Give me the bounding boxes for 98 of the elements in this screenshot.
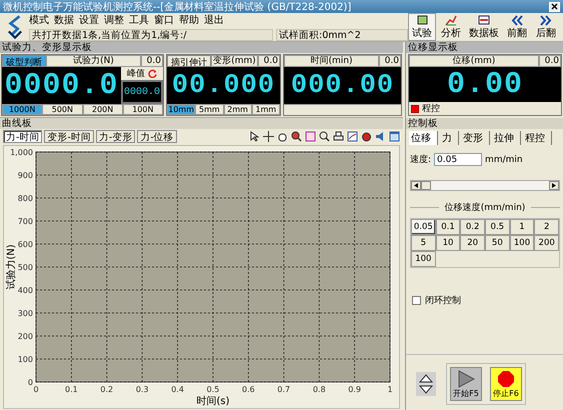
- x-tick-label: 0.9: [348, 385, 361, 394]
- control-tab[interactable]: 拉伸: [492, 131, 521, 145]
- x-tick-label: 0.1: [65, 385, 78, 394]
- toolbar-button[interactable]: 后翻: [532, 13, 560, 41]
- panel-header: 控制板: [406, 118, 563, 129]
- menu-item[interactable]: 窗口: [154, 13, 174, 27]
- chart-tab[interactable]: 力-时间: [3, 130, 42, 143]
- time-display: 000.00: [284, 67, 401, 104]
- break-check-button[interactable]: 破型判断: [2, 55, 46, 67]
- y-tick-label: 900: [18, 171, 33, 180]
- menu-item[interactable]: 调整: [104, 13, 124, 27]
- x-tick-label: 0.8: [312, 385, 326, 394]
- deformation-label: 变形(mm): [211, 55, 258, 67]
- x-tick-label: 0: [33, 385, 39, 394]
- x-tick-label: 0.3: [136, 385, 149, 394]
- speed-preset-button[interactable]: 10: [436, 235, 460, 251]
- y-tick-label: 400: [18, 286, 33, 295]
- status-message: 共打开数据1条,当前位置为1,编号:/: [29, 29, 273, 41]
- window-title: 微机控制电子万能试验机测控系统--[金属材料室温拉伸试验 (GB/T228-2002)]: [3, 0, 352, 14]
- speed-preset-button[interactable]: 20: [460, 235, 485, 251]
- x-tick-label: 0.6: [242, 385, 255, 394]
- specimen-area: 试样面积:0mm^2: [276, 29, 408, 41]
- y-tick-label: 100: [18, 355, 33, 364]
- start-button[interactable]: 开始F5: [450, 366, 482, 400]
- toolbar-button[interactable]: 试验: [408, 13, 436, 41]
- toolbar-button[interactable]: 分析: [437, 13, 465, 41]
- deformation-display: 00.000: [167, 67, 280, 104]
- range-button[interactable]: 10mm: [167, 104, 196, 115]
- indicator-label: 程控: [422, 102, 440, 115]
- speed-preset-button[interactable]: 100: [510, 235, 534, 251]
- y-tick-label: 600: [18, 240, 33, 249]
- peak-display: 0000.0: [121, 80, 163, 104]
- extensometer-button[interactable]: 摘引伸计: [167, 55, 211, 67]
- range-button[interactable]: 1mm: [252, 104, 280, 115]
- chart-tab[interactable]: 力-位移: [137, 130, 177, 143]
- chart-tab[interactable]: 力-变形: [96, 130, 136, 143]
- y-tick-label: 300: [18, 309, 33, 318]
- control-tab[interactable]: 程控: [523, 131, 552, 145]
- control-tab[interactable]: 变形: [461, 131, 490, 145]
- zero-value: 0.0: [258, 55, 280, 67]
- menu-item[interactable]: 设置: [79, 13, 99, 27]
- speed-preset-button[interactable]: 0.05: [411, 219, 436, 235]
- x-tick-label: 0.7: [277, 385, 290, 394]
- range-button[interactable]: 500N: [42, 104, 82, 115]
- panel-header: 位移显示板: [406, 42, 563, 53]
- y-tick-label: 1,000: [10, 148, 33, 157]
- x-tick-label: 0.5: [206, 385, 220, 394]
- y-tick-label: 500: [18, 263, 33, 272]
- range-button[interactable]: 2mm: [224, 104, 252, 115]
- y-tick-label: 200: [18, 332, 33, 341]
- menu-item[interactable]: 模式: [29, 13, 49, 27]
- speed-field[interactable]: 0.05: [434, 153, 482, 166]
- zero-value: 0.0: [379, 55, 401, 67]
- displacement-label: 位移(mm): [409, 55, 539, 67]
- x-tick-label: 0.2: [100, 385, 114, 394]
- force-display: 0000.0: [2, 67, 121, 104]
- panel-header: 曲线板: [0, 118, 403, 129]
- x-tick-label: 0.4: [171, 385, 184, 394]
- panel-header: 试验力、变形显示板: [0, 42, 403, 53]
- y-tick-label: 0: [28, 378, 33, 387]
- force-label: 试验力(N): [46, 55, 141, 67]
- speed-preset-button[interactable]: 0.2: [460, 219, 485, 235]
- speed-preset-button[interactable]: 2: [534, 219, 559, 235]
- y-axis-title: 试验力(N): [6, 244, 17, 290]
- control-tab[interactable]: 力: [440, 131, 459, 145]
- y-tick-label: 800: [18, 194, 33, 203]
- x-tick-label: 1: [387, 385, 393, 394]
- displacement-display: 0.00: [409, 67, 561, 102]
- speed-preset-button[interactable]: 50: [484, 235, 510, 251]
- menu-item[interactable]: 工具: [129, 13, 149, 27]
- menu-item[interactable]: 数据: [54, 13, 74, 27]
- range-button[interactable]: 1000N: [2, 104, 42, 115]
- control-tab[interactable]: 位移: [409, 131, 438, 145]
- range-button[interactable]: 200N: [82, 104, 123, 115]
- speed-preset-button[interactable]: 200: [534, 235, 559, 251]
- toolbar-button[interactable]: 前翻: [503, 13, 531, 41]
- range-button[interactable]: 100N: [122, 104, 163, 115]
- speed-preset-button[interactable]: 5: [411, 235, 436, 251]
- time-label: 时间(min): [284, 55, 379, 67]
- range-button[interactable]: 5mm: [195, 104, 224, 115]
- toolbar-button[interactable]: 数据板: [466, 13, 502, 41]
- stop-button[interactable]: 停止F6: [490, 366, 522, 400]
- menu-item[interactable]: 帮助: [179, 13, 199, 27]
- chart-tab[interactable]: 变形-时间: [44, 130, 94, 143]
- speed-label: 速度:: [410, 154, 432, 166]
- checkbox-label: 闭环控制: [425, 294, 461, 307]
- x-axis-title: 时间(s): [196, 396, 230, 407]
- zero-value: 0.0: [539, 55, 561, 67]
- menu-item[interactable]: 退出: [204, 13, 224, 27]
- speed-preset-button[interactable]: 0.1: [436, 219, 460, 235]
- speed-unit: mm/min: [485, 154, 523, 164]
- y-tick-label: 700: [18, 217, 33, 226]
- speed-preset-button[interactable]: 100: [411, 251, 436, 267]
- speed-preset-button[interactable]: 1: [510, 219, 534, 235]
- group-title: 位移速度(mm/min): [444, 202, 526, 214]
- speed-preset-button[interactable]: 0.5: [484, 219, 510, 235]
- peak-label: 峰值: [127, 68, 145, 80]
- zero-value: 0.0: [141, 55, 163, 67]
